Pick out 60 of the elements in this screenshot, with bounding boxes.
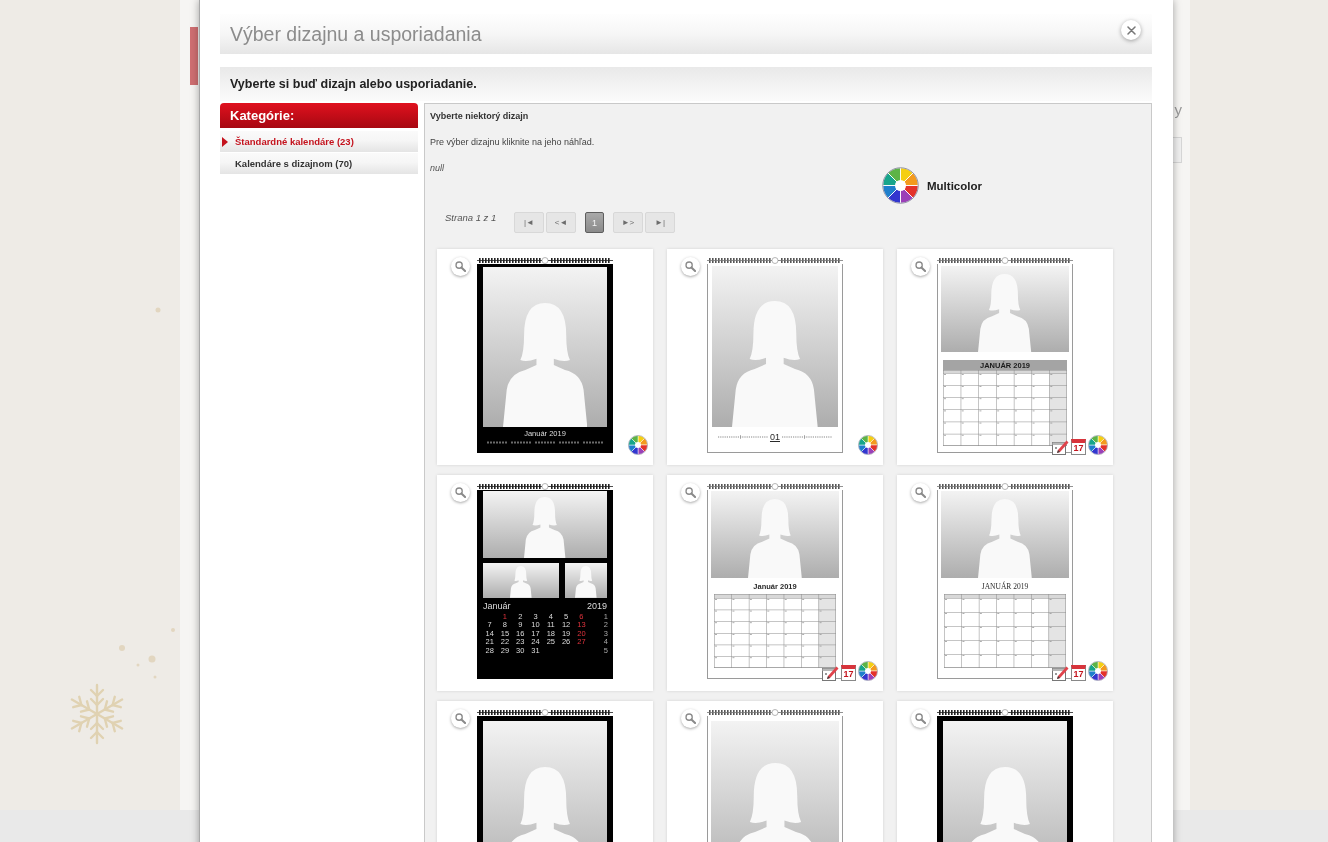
year-label: 2019 xyxy=(586,601,607,611)
magnifier-icon xyxy=(685,713,696,724)
date-tile: 17 xyxy=(841,665,856,681)
magnifier-icon xyxy=(915,487,926,498)
category-item[interactable]: Kalendáre s dizajnom (70) xyxy=(220,153,418,174)
triangle-icon xyxy=(222,136,228,147)
color-wheel-icon xyxy=(858,435,878,455)
dotted-line xyxy=(782,434,832,440)
color-wheel-icon xyxy=(628,435,648,455)
zoom-button[interactable] xyxy=(681,483,700,502)
zoom-button[interactable] xyxy=(451,257,470,276)
date-tile: 17 xyxy=(1071,665,1086,681)
dotted-line xyxy=(718,434,768,440)
magnifier-icon xyxy=(685,487,696,498)
magnifier-icon xyxy=(455,261,466,272)
magnifier-icon xyxy=(455,487,466,498)
multicolor-filter[interactable]: Multicolor xyxy=(882,167,982,204)
pencil-calendar-icon xyxy=(822,665,839,681)
decor-dot xyxy=(171,628,175,632)
panel-heading: Vyberte niektorý dizajn xyxy=(430,110,530,123)
person-silhouette xyxy=(524,497,566,558)
decor-dot xyxy=(155,307,161,313)
dialog-title: Výber dizajnu a usporiadania xyxy=(230,22,482,46)
page-indicator: Strana 1 z 1 xyxy=(445,211,498,225)
side-button[interactable] xyxy=(1172,137,1182,163)
category-item[interactable]: Štandardné kalendáre (23) xyxy=(220,131,418,152)
decor-dot xyxy=(119,645,125,651)
instruction-text: Vyberte si buď dizajn alebo usporiadanie. xyxy=(230,77,477,91)
month-label: Január xyxy=(483,601,511,611)
category-heading: Kategórie: xyxy=(230,108,295,123)
decor-dot xyxy=(148,655,156,663)
zoom-button[interactable] xyxy=(451,483,470,502)
background-text: y xyxy=(1174,101,1182,119)
person-silhouette xyxy=(510,566,532,598)
magnifier-icon xyxy=(455,713,466,724)
zoom-button[interactable] xyxy=(681,709,700,728)
zoom-button[interactable] xyxy=(911,257,930,276)
magnifier-icon xyxy=(915,713,926,724)
close-icon xyxy=(1126,25,1136,35)
date-tile: 17 xyxy=(1071,439,1086,455)
decor-dot xyxy=(153,675,157,679)
zoom-button[interactable] xyxy=(911,709,930,728)
color-wheel-icon xyxy=(882,167,919,204)
note-text: null xyxy=(430,162,444,175)
zoom-button[interactable] xyxy=(681,257,700,276)
color-wheel-icon xyxy=(858,661,878,681)
pencil-calendar-icon xyxy=(1052,439,1069,455)
month-number: 01 xyxy=(770,432,780,442)
magnifier-icon xyxy=(685,261,696,272)
decor-dot xyxy=(136,663,140,667)
zoom-button[interactable] xyxy=(911,483,930,502)
magnifier-icon xyxy=(915,261,926,272)
zoom-button[interactable] xyxy=(451,709,470,728)
person-silhouette xyxy=(575,566,597,598)
color-wheel-icon xyxy=(1088,661,1108,681)
design-card[interactable]: 01 xyxy=(667,249,883,465)
pencil-calendar-icon xyxy=(1052,665,1069,681)
hint-text: Pre výber dizajnu kliknite na jeho náhľad. xyxy=(430,136,596,149)
color-wheel-icon xyxy=(1088,435,1108,455)
close-button[interactable] xyxy=(1121,20,1141,40)
